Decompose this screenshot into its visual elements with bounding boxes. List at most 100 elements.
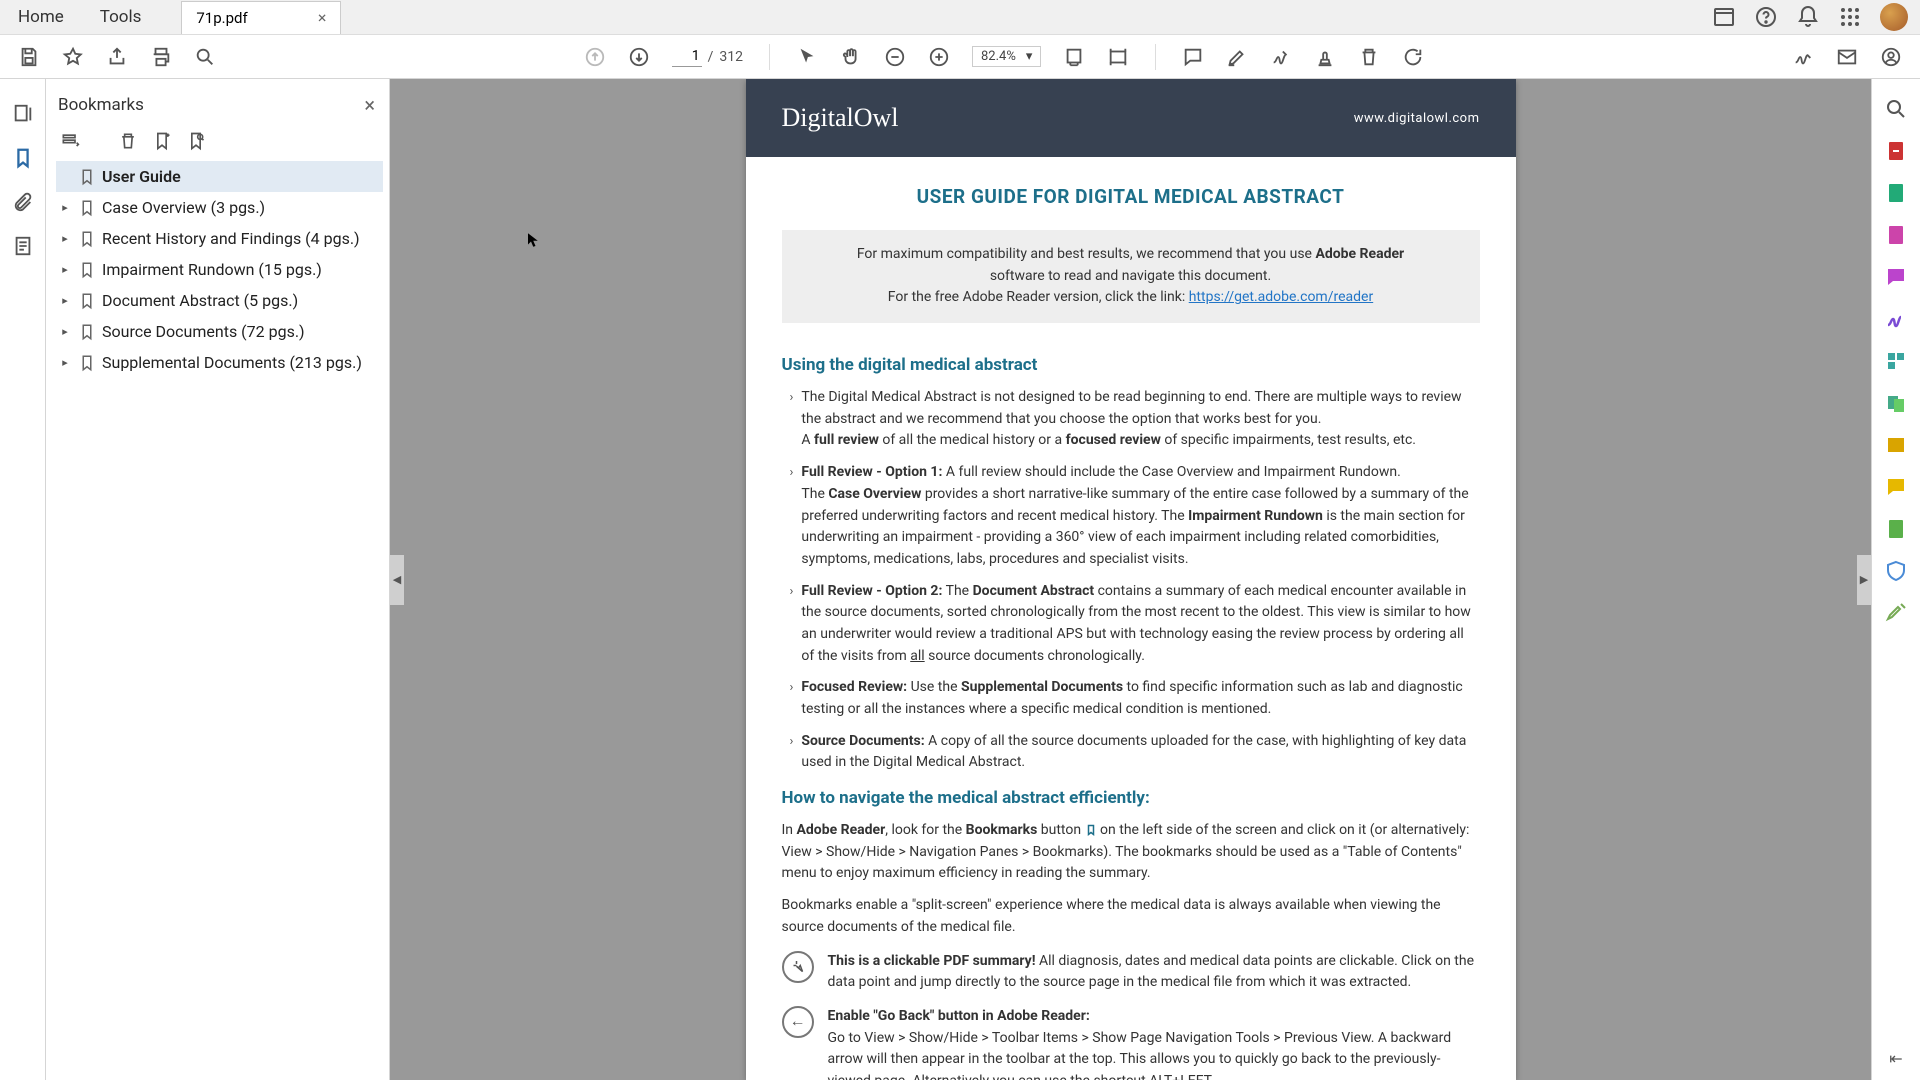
adobe-link[interactable]: https://get.adobe.com/reader bbox=[1189, 289, 1373, 305]
page-input[interactable] bbox=[672, 46, 702, 67]
expand-icon[interactable]: ▸ bbox=[58, 294, 72, 307]
bookmark-item[interactable]: ▸Source Documents (72 pgs.) bbox=[56, 316, 383, 347]
back-arrow-icon: ← bbox=[782, 1006, 814, 1038]
delete-icon[interactable] bbox=[1358, 46, 1380, 68]
combine-icon[interactable] bbox=[1884, 391, 1908, 415]
right-rail: ⇤ bbox=[1871, 79, 1920, 1080]
expand-icon[interactable]: ▸ bbox=[58, 263, 72, 276]
bookmark-item[interactable]: ▸ Case Overview (3 pgs.) bbox=[56, 192, 383, 223]
comment-icon[interactable] bbox=[1182, 46, 1204, 68]
page-counter: / 312 bbox=[672, 46, 743, 67]
bookmark-inline-icon bbox=[1085, 823, 1097, 837]
bookmark-item[interactable]: ▸ Impairment Rundown (15 pgs.) bbox=[56, 254, 383, 285]
expand-icon[interactable]: ▸ bbox=[58, 232, 72, 245]
window-icon[interactable] bbox=[1712, 5, 1736, 29]
collapse-left-icon[interactable]: ◀ bbox=[390, 555, 404, 605]
search-icon[interactable] bbox=[1884, 97, 1908, 121]
thumbnails-icon[interactable] bbox=[12, 103, 34, 125]
main-toolbar: / 312 82.4% ▾ bbox=[0, 35, 1920, 79]
expand-pane-icon[interactable]: ⇤ bbox=[1884, 1046, 1908, 1070]
section-heading-2: How to navigate the medical abstract eff… bbox=[782, 788, 1480, 808]
star-icon[interactable] bbox=[62, 46, 84, 68]
highlight-icon[interactable] bbox=[1226, 46, 1248, 68]
bookmark-node-icon bbox=[78, 168, 96, 186]
page-up-icon[interactable] bbox=[584, 46, 606, 68]
fit-page-icon[interactable] bbox=[1107, 46, 1129, 68]
bookmark-item[interactable]: ▸Supplemental Documents (213 pgs.) bbox=[56, 347, 383, 378]
close-panel-icon[interactable]: × bbox=[364, 93, 375, 117]
bell-icon[interactable] bbox=[1796, 5, 1820, 29]
expand-icon[interactable]: ▸ bbox=[58, 325, 72, 338]
account-icon[interactable] bbox=[1880, 46, 1902, 68]
collapse-right-icon[interactable]: ▶ bbox=[1857, 555, 1871, 605]
brand-url: www.digitalowl.com bbox=[1354, 111, 1480, 126]
fill-sign-icon[interactable] bbox=[1884, 307, 1908, 331]
bookmark-label: Case Overview (3 pgs.) bbox=[102, 198, 265, 217]
redact-icon[interactable] bbox=[1884, 433, 1908, 457]
click-icon bbox=[782, 951, 814, 983]
trash-icon[interactable] bbox=[118, 131, 138, 151]
options-icon[interactable] bbox=[60, 131, 80, 151]
zoom-value: 82.4% bbox=[981, 49, 1016, 64]
page-down-icon[interactable] bbox=[628, 46, 650, 68]
zoom-out-icon[interactable] bbox=[884, 46, 906, 68]
hand-icon[interactable] bbox=[840, 46, 862, 68]
help-icon[interactable] bbox=[1754, 5, 1778, 29]
edit-pdf-icon[interactable] bbox=[1884, 181, 1908, 205]
save-icon[interactable] bbox=[18, 46, 40, 68]
bookmark-item[interactable]: ▸ Document Abstract (5 pgs.) bbox=[56, 285, 383, 316]
doc-header: DigitalOwl www.digitalowl.com bbox=[746, 79, 1516, 157]
panel-title: Bookmarks bbox=[58, 95, 144, 115]
avatar[interactable] bbox=[1880, 3, 1908, 31]
bookmark-node-icon bbox=[78, 354, 96, 372]
more-tools-icon[interactable] bbox=[1884, 601, 1908, 625]
home-tab[interactable]: Home bbox=[0, 7, 82, 27]
share-icon[interactable] bbox=[106, 46, 128, 68]
compress-icon[interactable] bbox=[1884, 475, 1908, 499]
section-heading: Using the digital medical abstract bbox=[782, 355, 1480, 375]
print-icon[interactable] bbox=[150, 46, 172, 68]
pdf-viewer[interactable]: ◀ ▶ DigitalOwl www.digitalowl.com USER G… bbox=[390, 79, 1871, 1080]
organize-icon[interactable] bbox=[1884, 349, 1908, 373]
bookmark-node-icon bbox=[78, 261, 96, 279]
zoom-select[interactable]: 82.4% ▾ bbox=[972, 46, 1041, 67]
expand-icon[interactable]: ▸ bbox=[58, 356, 72, 369]
bookmark-item[interactable]: ▸Recent History and Findings (4 pgs.) bbox=[56, 223, 383, 254]
brand-logo: DigitalOwl bbox=[782, 103, 899, 133]
zoom-in-icon[interactable] bbox=[928, 46, 950, 68]
tools-tab[interactable]: Tools bbox=[82, 7, 160, 27]
comment-tool-icon[interactable] bbox=[1884, 265, 1908, 289]
protect-icon[interactable] bbox=[1884, 559, 1908, 583]
cursor-icon bbox=[525, 231, 543, 249]
request-sign-icon[interactable] bbox=[1884, 517, 1908, 541]
expand-icon[interactable]: ▸ bbox=[58, 201, 72, 214]
document-tab[interactable]: 71p.pdf × bbox=[181, 1, 341, 34]
add-bookmark-icon[interactable] bbox=[152, 131, 172, 151]
bookmarks-panel: Bookmarks × User Guide ▸ Case Overview (3 … bbox=[46, 79, 390, 1080]
info-box: For maximum compatibility and best resul… bbox=[782, 230, 1480, 323]
bookmark-node-icon bbox=[78, 230, 96, 248]
close-tab-icon[interactable]: × bbox=[318, 8, 327, 27]
bookmark-node-icon bbox=[78, 199, 96, 217]
ink-icon[interactable] bbox=[1792, 46, 1814, 68]
layers-icon[interactable] bbox=[12, 235, 34, 257]
bookmarks-icon[interactable] bbox=[12, 147, 34, 169]
sign-icon[interactable] bbox=[1270, 46, 1292, 68]
bookmark-label: Impairment Rundown (15 pgs.) bbox=[102, 260, 322, 279]
page-sep: / bbox=[708, 49, 714, 65]
stamp-icon[interactable] bbox=[1314, 46, 1336, 68]
bookmark-label: User Guide bbox=[102, 167, 181, 186]
attachments-icon[interactable] bbox=[12, 191, 34, 213]
mail-icon[interactable] bbox=[1836, 46, 1858, 68]
fit-width-icon[interactable] bbox=[1063, 46, 1085, 68]
select-icon[interactable] bbox=[796, 46, 818, 68]
bookmark-item[interactable]: User Guide bbox=[56, 161, 383, 192]
find-icon[interactable] bbox=[194, 46, 216, 68]
bookmark-label: Document Abstract (5 pgs.) bbox=[102, 291, 298, 310]
apps-icon[interactable] bbox=[1838, 5, 1862, 29]
chevron-down-icon: ▾ bbox=[1026, 49, 1033, 64]
export-pdf-icon[interactable] bbox=[1884, 139, 1908, 163]
rotate-icon[interactable] bbox=[1402, 46, 1424, 68]
create-pdf-icon[interactable] bbox=[1884, 223, 1908, 247]
find-bookmark-icon[interactable] bbox=[186, 131, 206, 151]
